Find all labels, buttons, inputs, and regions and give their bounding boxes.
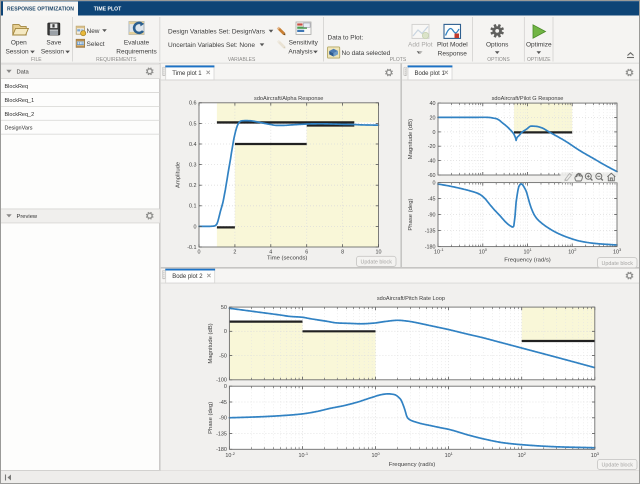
svg-text:Bode plot 2: Bode plot 2 <box>172 274 203 280</box>
svg-text:Amplitude: Amplitude <box>176 161 182 188</box>
svg-text:0: 0 <box>433 181 436 187</box>
svg-text:Bode plot 1: Bode plot 1 <box>415 71 446 77</box>
svg-text:Optimize: Optimize <box>526 41 552 48</box>
svg-text:-100: -100 <box>216 378 227 384</box>
svg-text:Design Variables Set: DesignVa: Design Variables Set: DesignVars <box>168 28 266 35</box>
svg-text:-20: -20 <box>428 144 436 150</box>
svg-text:0.2: 0.2 <box>189 183 197 189</box>
svg-text:Phase (deg): Phase (deg) <box>208 402 214 434</box>
svg-text:0.6: 0.6 <box>189 101 197 107</box>
svg-text:20: 20 <box>430 115 436 121</box>
svg-text:0: 0 <box>224 329 227 335</box>
svg-text:-40: -40 <box>428 159 436 165</box>
svg-text:0: 0 <box>224 384 227 390</box>
svg-text:Time plot 1: Time plot 1 <box>172 71 202 77</box>
svg-text:OPTIMIZE: OPTIMIZE <box>527 57 551 63</box>
svg-text:0: 0 <box>194 224 197 230</box>
svg-text:Sensitivity: Sensitivity <box>289 40 319 47</box>
svg-text:TIME PLOT: TIME PLOT <box>94 7 122 13</box>
svg-text:Update block: Update block <box>601 261 633 267</box>
svg-text:OPTIONS: OPTIONS <box>487 57 510 63</box>
svg-text:-90: -90 <box>219 416 227 422</box>
svg-text:VARIABLES: VARIABLES <box>228 57 256 63</box>
svg-text:Update block: Update block <box>360 260 392 266</box>
svg-text:-135: -135 <box>216 431 227 437</box>
svg-text:Save: Save <box>46 40 61 47</box>
svg-text:-45: -45 <box>428 197 436 203</box>
svg-text:-60: -60 <box>428 173 436 179</box>
svg-text:10: 10 <box>376 250 382 256</box>
svg-text:Requirements: Requirements <box>116 49 157 56</box>
svg-text:0.1: 0.1 <box>189 204 197 210</box>
svg-text:Analysis: Analysis <box>288 49 313 56</box>
svg-text:sdoAircraft/Pitch Rate Loop: sdoAircraft/Pitch Rate Loop <box>377 296 445 302</box>
svg-text:Response: Response <box>438 51 468 58</box>
svg-text:Session: Session <box>41 49 65 56</box>
svg-text:Open: Open <box>11 40 27 47</box>
svg-text:Data to Plot:: Data to Plot: <box>328 35 364 42</box>
svg-text:0.5: 0.5 <box>189 121 197 127</box>
svg-text:Time (seconds): Time (seconds) <box>267 256 307 262</box>
svg-text:Options: Options <box>486 41 509 48</box>
svg-text:PLOTS: PLOTS <box>390 57 407 63</box>
svg-text:New: New <box>87 28 100 35</box>
svg-text:2: 2 <box>233 250 236 256</box>
svg-text:Evaluate: Evaluate <box>124 40 150 47</box>
svg-text:Session: Session <box>5 49 29 56</box>
svg-text:-90: -90 <box>428 213 436 219</box>
svg-text:RESPONSE OPTIMIZATION: RESPONSE OPTIMIZATION <box>7 7 74 13</box>
svg-text:Phase (deg): Phase (deg) <box>408 199 414 231</box>
svg-text:sdoAircraft/Pilot G Response: sdoAircraft/Pilot G Response <box>492 96 564 102</box>
svg-text:Magnitude (dB): Magnitude (dB) <box>208 323 214 363</box>
svg-text:Frequency (rad/s): Frequency (rad/s) <box>504 257 551 263</box>
svg-text:FILE: FILE <box>31 57 42 63</box>
svg-text:Uncertain Variables Set: None: Uncertain Variables Set: None <box>168 42 255 49</box>
svg-text:sdoAircraft/Alpha Response: sdoAircraft/Alpha Response <box>254 96 323 102</box>
svg-text:8: 8 <box>341 250 344 256</box>
svg-text:Data: Data <box>17 70 30 76</box>
svg-text:-0.1: -0.1 <box>187 245 196 251</box>
svg-text:No data selected: No data selected <box>342 50 391 57</box>
svg-text:Select: Select <box>87 41 105 48</box>
svg-text:Update block: Update block <box>601 463 633 469</box>
svg-text:BlockReq: BlockReq <box>5 84 29 90</box>
svg-text:Magnitude (dB): Magnitude (dB) <box>408 119 414 159</box>
svg-text:Add Plot: Add Plot <box>408 41 433 48</box>
svg-text:BlockReq_2: BlockReq_2 <box>5 112 35 118</box>
svg-text:0.3: 0.3 <box>189 163 197 169</box>
svg-text:Preview: Preview <box>17 214 38 220</box>
svg-text:DesignVars: DesignVars <box>5 126 33 132</box>
svg-text:REQUIREMENTS: REQUIREMENTS <box>96 57 137 63</box>
svg-text:0.4: 0.4 <box>189 142 197 148</box>
svg-text:BlockReq_1: BlockReq_1 <box>5 98 35 104</box>
svg-text:40: 40 <box>430 101 436 107</box>
svg-text:-45: -45 <box>219 400 227 406</box>
svg-text:0: 0 <box>198 250 201 256</box>
svg-text:Plot Model: Plot Model <box>437 41 468 48</box>
svg-text:Frequency (rad/s): Frequency (rad/s) <box>389 462 436 468</box>
svg-text:-135: -135 <box>425 229 436 235</box>
svg-text:0: 0 <box>433 130 436 136</box>
svg-text:50: 50 <box>221 305 227 311</box>
svg-text:-50: -50 <box>219 353 227 359</box>
